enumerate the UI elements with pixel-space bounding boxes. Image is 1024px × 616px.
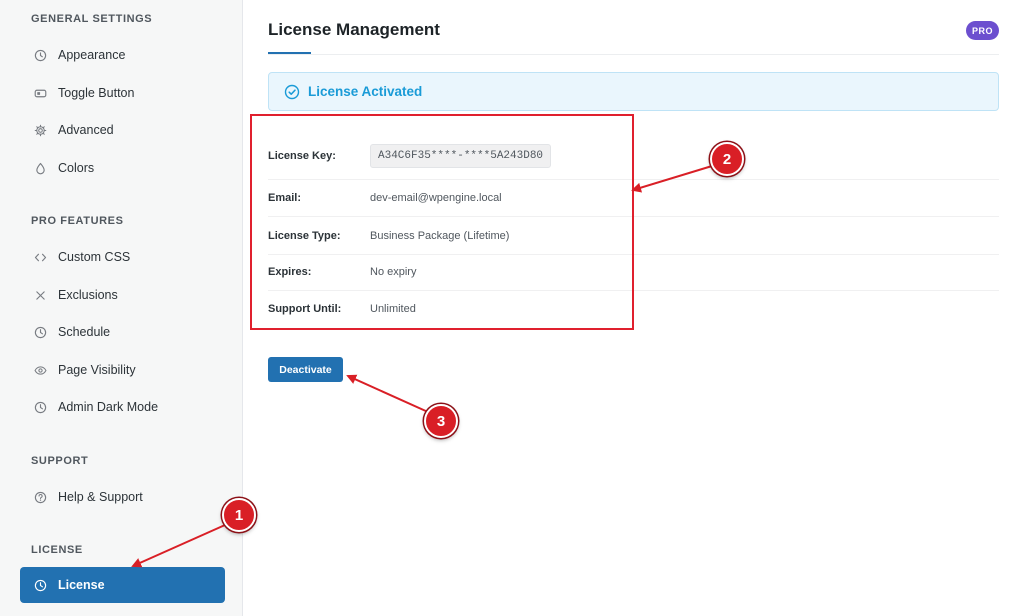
notice-text: License Activated: [308, 84, 423, 99]
callout-badge-1: 1: [222, 498, 256, 532]
sidebar-item-admin-dark-mode[interactable]: Admin Dark Mode: [20, 389, 225, 425]
code-icon: [33, 250, 47, 264]
eye-icon: [33, 363, 47, 377]
section-title-support: SUPPORT: [31, 455, 89, 467]
header-divider: [268, 54, 999, 55]
help-icon: [33, 490, 47, 504]
license-activated-notice: License Activated: [268, 72, 999, 111]
sidebar-item-label: Page Visibility: [58, 363, 136, 377]
palette-icon: [33, 48, 47, 62]
gear-icon: [33, 123, 47, 137]
sidebar-item-label: License: [58, 578, 105, 592]
sidebar-item-label: Custom CSS: [58, 250, 131, 264]
sidebar-item-toggle-button[interactable]: Toggle Button: [20, 75, 225, 111]
sidebar-item-label: Exclusions: [58, 288, 118, 302]
close-icon: [33, 288, 47, 302]
sidebar-item-colors[interactable]: Colors: [20, 150, 225, 186]
check-circle-icon: [284, 84, 300, 100]
section-title-pro-features: PRO FEATURES: [31, 215, 124, 227]
callout-badge-2: 2: [710, 142, 744, 176]
pro-badge: PRO: [966, 21, 999, 40]
callout-arrow-2: [631, 165, 713, 193]
toggle-icon: [33, 86, 47, 100]
annotation-highlight-box: [250, 114, 634, 330]
sidebar-item-label: Colors: [58, 161, 95, 175]
sidebar-item-label: Toggle Button: [58, 86, 135, 100]
sidebar-item-label: Admin Dark Mode: [58, 400, 159, 414]
sidebar-item-label: Schedule: [58, 325, 111, 339]
deactivate-button[interactable]: Deactivate: [268, 357, 343, 382]
droplet-icon: [33, 161, 47, 175]
sidebar-item-exclusions[interactable]: Exclusions: [20, 277, 225, 313]
section-title-general-settings: GENERAL SETTINGS: [31, 13, 153, 25]
sidebar-item-label: Help & Support: [58, 490, 143, 504]
sidebar-item-license[interactable]: License: [20, 567, 225, 603]
clock-icon: [33, 400, 47, 414]
page-title: License Management: [268, 20, 440, 39]
section-title-license: LICENSE: [31, 544, 83, 556]
sidebar: GENERAL SETTINGS Appearance Toggle Butto…: [0, 0, 243, 616]
clock-icon: [33, 325, 47, 339]
sidebar-item-schedule[interactable]: Schedule: [20, 314, 225, 350]
sidebar-item-label: Advanced: [58, 123, 114, 137]
sidebar-item-custom-css[interactable]: Custom CSS: [20, 239, 225, 275]
callout-arrow-3: [346, 374, 429, 413]
clock-icon: [33, 578, 47, 592]
sidebar-item-appearance[interactable]: Appearance: [20, 37, 225, 73]
callout-badge-3: 3: [424, 404, 458, 438]
sidebar-item-advanced[interactable]: Advanced: [20, 112, 225, 148]
sidebar-item-page-visibility[interactable]: Page Visibility: [20, 352, 225, 388]
sidebar-item-label: Appearance: [58, 48, 126, 62]
sidebar-item-help-support[interactable]: Help & Support: [20, 479, 225, 515]
